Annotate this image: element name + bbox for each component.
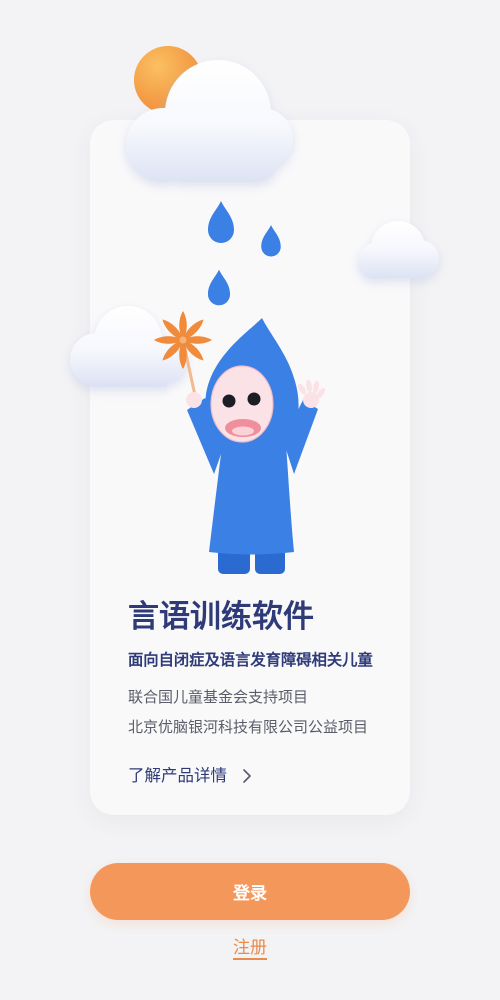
sun-icon	[134, 46, 202, 114]
learn-more-label: 了解产品详情	[128, 766, 227, 785]
app-title: 言语训练软件	[128, 599, 314, 635]
register-link[interactable]: 注册	[233, 936, 267, 960]
support-line-unicef: 联合国儿童基金会支持项目	[128, 688, 309, 706]
chevron-right-icon	[242, 768, 252, 784]
register-row: 注册	[0, 936, 500, 962]
learn-more-link[interactable]: 了解产品详情	[128, 764, 252, 788]
intro-card: 言语训练软件 面向自闭症及语言发育障碍相关儿童 联合国儿童基金会支持项目 北京优…	[90, 120, 410, 815]
welcome-screen: 言语训练软件 面向自闭症及语言发育障碍相关儿童 联合国儿童基金会支持项目 北京优…	[0, 0, 500, 1000]
support-line-company: 北京优脑银河科技有限公司公益项目	[128, 718, 369, 736]
app-subtitle: 面向自闭症及语言发育障碍相关儿童	[128, 651, 373, 669]
login-button-label: 登录	[233, 884, 267, 904]
login-button[interactable]: 登录	[90, 863, 410, 920]
